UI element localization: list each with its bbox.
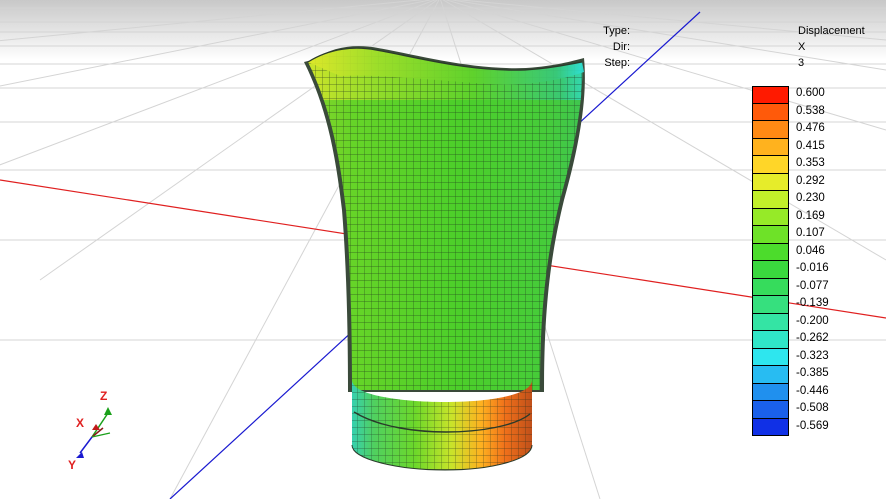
legend-swatch [752, 103, 789, 121]
legend-value-label: 0.476 [796, 122, 825, 134]
legend-value-label: 0.107 [796, 227, 825, 239]
legend-swatch [752, 366, 789, 384]
legend-swatch [752, 121, 789, 139]
legend-value-label: 0.169 [796, 209, 825, 222]
legend-value-label: 0.046 [796, 244, 825, 257]
legend-swatch [752, 418, 789, 436]
type-value: Displacement [798, 25, 865, 37]
dir-value: X [798, 41, 806, 53]
legend-value-label: 0.353 [796, 157, 825, 169]
dir-label: Dir: [612, 41, 630, 53]
legend-swatch [752, 348, 789, 366]
legend-swatch [752, 156, 789, 174]
triad-y-label: Y [68, 458, 76, 472]
legend-value-label: -0.139 [796, 297, 829, 309]
legend-swatch [752, 401, 789, 419]
legend-value-label: -0.200 [796, 314, 829, 327]
legend-swatch [752, 226, 789, 244]
legend-value-label: -0.508 [796, 402, 829, 414]
step-label: Step: [604, 57, 630, 69]
step-value: 3 [798, 57, 805, 69]
legend-swatch [752, 261, 789, 279]
type-label: Type: [603, 25, 630, 37]
triad-z-label: Z [100, 389, 107, 403]
legend-value-label: -0.569 [796, 419, 829, 432]
legend-swatch [752, 383, 789, 401]
legend-swatch [752, 331, 789, 349]
legend-swatch [752, 86, 789, 104]
legend-value-label: -0.016 [796, 262, 829, 274]
legend-value-label: 0.230 [796, 192, 825, 204]
legend-value-label: 0.292 [796, 174, 825, 187]
legend-value-label: -0.385 [796, 367, 829, 379]
legend-swatch [752, 208, 789, 226]
legend-swatch [752, 296, 789, 314]
legend-value-label: -0.262 [796, 332, 829, 344]
triad-x-label: X [76, 416, 84, 430]
legend-swatch [752, 138, 789, 156]
legend-value-label: -0.446 [796, 384, 829, 397]
legend-value-label: -0.323 [796, 349, 829, 362]
legend-value-label: 0.600 [796, 87, 825, 99]
legend-swatch [752, 278, 789, 296]
legend-swatch [752, 173, 789, 191]
legend-swatch [752, 313, 789, 331]
legend-value-label: -0.077 [796, 279, 829, 292]
legend-value-label: 0.538 [796, 104, 825, 117]
legend-swatch [752, 243, 789, 261]
legend-swatch [752, 191, 789, 209]
legend-value-label: 0.415 [796, 139, 825, 152]
